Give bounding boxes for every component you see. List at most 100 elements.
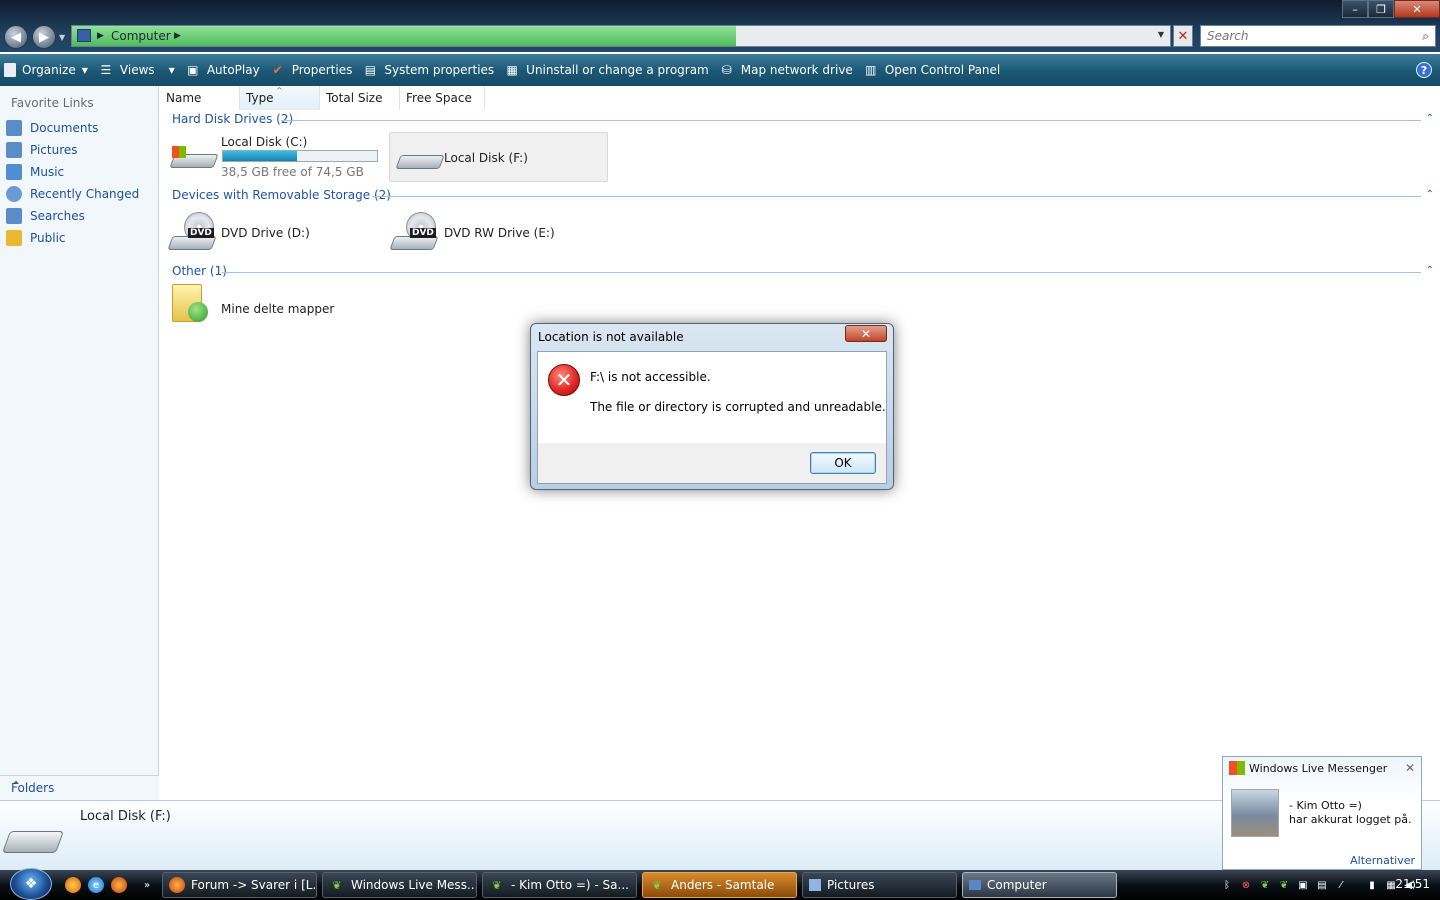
- folders-toggle[interactable]: Folders ⌃: [0, 775, 159, 800]
- bluetooth-icon[interactable]: ᛒ: [1220, 878, 1234, 892]
- internet-explorer-icon[interactable]: e: [88, 877, 104, 893]
- clock[interactable]: 21:51: [1395, 877, 1430, 891]
- address-progress-fill: [72, 26, 736, 46]
- dropdown-arrow-icon: ▼: [168, 65, 175, 75]
- windows-logo-icon: ❖: [24, 876, 38, 892]
- security-alert-icon[interactable]: ⊗: [1239, 878, 1253, 892]
- drive-tile-f[interactable]: Local Disk (F:): [389, 132, 608, 182]
- control-panel-button[interactable]: ▥ Open Control Panel: [863, 62, 1000, 78]
- command-bar: Organize ▼ ☰ Views ▼ ▣ AutoPlay ✔ Properties …: [0, 54, 1440, 86]
- column-header-total-size[interactable]: Total Size: [320, 86, 400, 110]
- group-header-other[interactable]: Other (1): [172, 264, 227, 280]
- dialog-message-primary: F:\ is not accessible.: [590, 370, 711, 384]
- autoplay-button[interactable]: ▣ AutoPlay: [185, 62, 260, 78]
- control-panel-icon: ▥: [865, 63, 877, 77]
- collapse-group-icon[interactable]: ⌃: [1426, 265, 1434, 276]
- group-divider: [281, 120, 1421, 121]
- sidebar-item-pictures[interactable]: Pictures: [6, 142, 78, 158]
- collapse-group-icon[interactable]: ⌃: [1426, 189, 1434, 200]
- map-network-drive-button[interactable]: ⛁ Map network drive: [719, 62, 853, 78]
- sidebar-item-public[interactable]: Public: [6, 230, 66, 246]
- forward-arrow-icon: ▶: [39, 29, 49, 45]
- ok-button[interactable]: OK: [810, 452, 876, 474]
- dialog-close-button[interactable]: ✕: [845, 325, 887, 342]
- messenger-status-icon[interactable]: ❦: [1258, 878, 1272, 892]
- sidebar-item-music[interactable]: Music: [6, 164, 64, 180]
- drive-body-shape: [395, 155, 445, 169]
- recent-pages-dropdown[interactable]: ▼: [59, 33, 65, 42]
- column-header-free-space[interactable]: Free Space: [400, 86, 485, 110]
- breadcrumb-chevron-icon[interactable]: ▶: [174, 31, 181, 41]
- messenger-chat-icon: ❦: [652, 878, 662, 892]
- show-more-icon[interactable]: »: [140, 877, 154, 893]
- collapse-group-icon[interactable]: ⌃: [1426, 113, 1434, 124]
- drive-tile-e[interactable]: DVD DVD RW Drive (E:): [389, 208, 606, 258]
- address-dropdown-icon[interactable]: ▼: [1158, 30, 1164, 39]
- breadcrumb-computer[interactable]: Computer: [111, 29, 171, 43]
- users-icon: [188, 302, 208, 322]
- drive-tile-d[interactable]: DVD DVD Drive (D:): [167, 208, 384, 258]
- sidebar-item-recently-changed[interactable]: Recently Changed: [6, 186, 139, 202]
- uninstall-button[interactable]: ▦ Uninstall or change a program: [504, 62, 709, 78]
- group-header-removable[interactable]: Devices with Removable Storage (2): [172, 188, 391, 204]
- taskbar-item-label: Pictures: [827, 878, 875, 892]
- details-title: Local Disk (F:): [80, 809, 171, 824]
- help-icon[interactable]: ?: [1416, 62, 1432, 78]
- start-button[interactable]: ❖: [10, 868, 52, 900]
- system-properties-label: System properties: [384, 63, 495, 77]
- column-header-name[interactable]: Name: [160, 86, 240, 110]
- messenger-status-icon[interactable]: ❦: [1277, 878, 1291, 892]
- pen-icon[interactable]: ⁄: [1334, 878, 1348, 892]
- drive-body-shape: [167, 236, 217, 250]
- search-box[interactable]: ⌕: [1200, 25, 1436, 47]
- group-header-hard-disks[interactable]: Hard Disk Drives (2): [172, 112, 293, 128]
- properties-label: Properties: [291, 63, 353, 77]
- maximize-button[interactable]: ❐: [1368, 0, 1394, 18]
- back-button[interactable]: ◀: [4, 25, 28, 49]
- taskbar-item-kim-otto-chat[interactable]: ❦ - Kim Otto =) - Sa...: [482, 872, 637, 898]
- close-icon[interactable]: ✕: [1405, 761, 1415, 775]
- search-icon[interactable]: ⌕: [1422, 29, 1429, 44]
- capacity-bar: [222, 150, 378, 162]
- close-button[interactable]: ✕: [1394, 0, 1440, 18]
- drive-tile-c[interactable]: Local Disk (C:) 38,5 GB free of 74,5 GB: [168, 132, 384, 182]
- taskbar-item-forum[interactable]: Forum -> Svarer i [L...: [162, 872, 317, 898]
- taskbar-item-pictures[interactable]: Pictures: [802, 872, 957, 898]
- column-header-type[interactable]: Type ^: [240, 86, 320, 110]
- uninstall-icon: ▦: [506, 63, 518, 77]
- drive-name: Local Disk (F:): [444, 151, 528, 165]
- firefox-icon[interactable]: [111, 877, 127, 893]
- documents-icon: [6, 120, 22, 136]
- shared-folders-tile[interactable]: Mine delte mapper: [168, 284, 384, 334]
- hard-disk-icon: [394, 145, 445, 175]
- chrome-browser-icon[interactable]: [65, 877, 81, 893]
- properties-button[interactable]: ✔ Properties: [270, 62, 353, 78]
- system-properties-button[interactable]: ▤ System properties: [362, 62, 494, 78]
- options-link[interactable]: Alternativer: [1350, 854, 1415, 867]
- folder-icon: [809, 879, 821, 891]
- organize-button[interactable]: Organize ▼: [4, 63, 88, 77]
- taskbar-item-anders-chat[interactable]: ❦ Anders - Samtale: [642, 872, 797, 898]
- network-icon[interactable]: ▣: [1296, 878, 1310, 892]
- sidebar-item-searches[interactable]: Searches: [6, 208, 85, 224]
- drive-name: DVD Drive (D:): [221, 226, 310, 240]
- dialog-content: ✕ F:\ is not accessible. The file or dir…: [538, 352, 886, 443]
- sidebar-item-documents[interactable]: Documents: [6, 120, 98, 136]
- search-input[interactable]: [1201, 26, 1401, 46]
- minimize-button[interactable]: –: [1342, 0, 1368, 18]
- taskbar-item-messenger[interactable]: ❦ Windows Live Mess...: [322, 872, 477, 898]
- device-icon[interactable]: ▤: [1315, 878, 1329, 892]
- drive-name: Local Disk (C:): [221, 135, 308, 149]
- autoplay-icon: ▣: [187, 63, 199, 77]
- views-label: Views: [119, 63, 155, 77]
- messenger-notification[interactable]: Windows Live Messenger ✕ - Kim Otto =) h…: [1222, 756, 1422, 870]
- taskbar-item-computer[interactable]: Computer: [962, 872, 1117, 898]
- views-button[interactable]: ☰ Views ▼: [98, 62, 175, 78]
- dvd-drive-icon: DVD: [167, 212, 217, 250]
- forward-button[interactable]: ▶: [32, 25, 56, 49]
- battery-icon[interactable]: ▮: [1365, 878, 1379, 892]
- stop-refresh-button[interactable]: ✕: [1173, 25, 1193, 47]
- breadcrumb-chevron-icon[interactable]: ▶: [97, 31, 104, 41]
- address-bar[interactable]: ▶ Computer ▶ ▼: [71, 25, 1171, 47]
- uninstall-label: Uninstall or change a program: [526, 63, 709, 77]
